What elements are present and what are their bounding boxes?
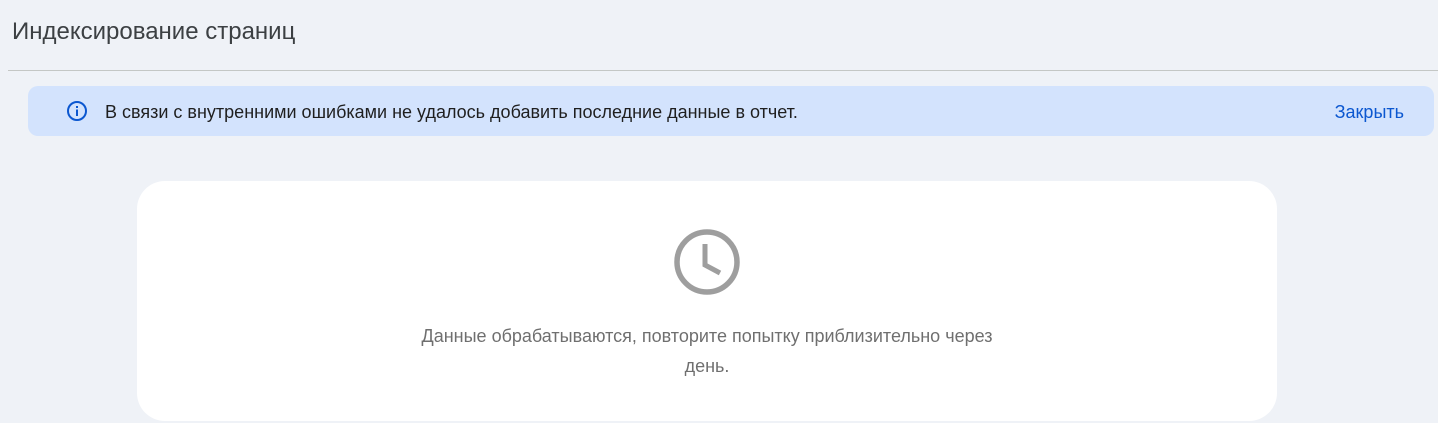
close-button[interactable]: Закрыть (1335, 101, 1404, 123)
error-banner: В связи с внутренними ошибками не удалос… (28, 86, 1434, 136)
status-message-line-1: Данные обрабатываются, повторите попытку… (421, 326, 993, 346)
page-title: Индексирование страниц (12, 18, 296, 45)
status-card: Данные обрабатываются, повторите попытку… (137, 181, 1277, 421)
banner-message: В связи с внутренними ошибками не удалос… (105, 102, 798, 122)
status-message: Данные обрабатываются, повторите попытку… (367, 321, 1047, 381)
status-message-line-2: день. (684, 356, 730, 376)
info-icon (66, 100, 88, 122)
clock-icon (672, 227, 742, 297)
header-divider (8, 70, 1438, 71)
